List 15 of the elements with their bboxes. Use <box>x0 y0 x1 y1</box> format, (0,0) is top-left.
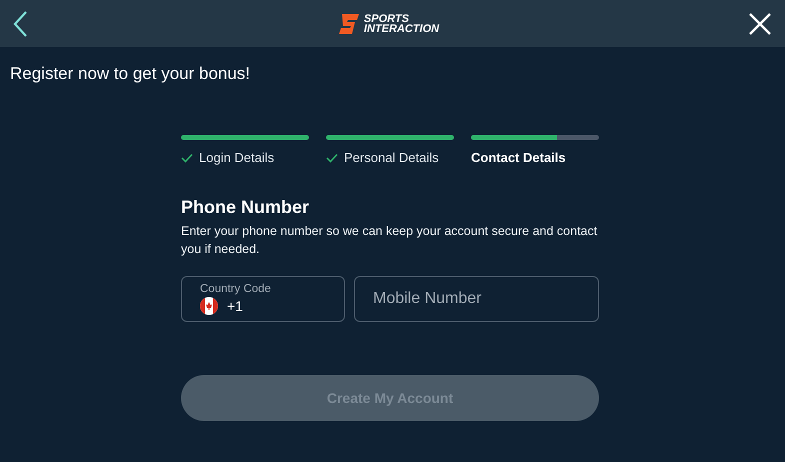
intro-text: Register now to get your bonus! <box>10 64 252 84</box>
section-description: Enter your phone number so we can keep your account secure and contact you if needed. <box>181 223 598 258</box>
logo-icon <box>338 12 360 34</box>
check-icon <box>326 152 338 162</box>
close-icon[interactable] <box>748 12 771 34</box>
back-icon[interactable] <box>12 10 28 38</box>
step-tab[interactable]: Contact Details <box>471 150 599 165</box>
country-code-field[interactable]: Country Code +1 <box>181 276 345 322</box>
check-icon <box>181 152 193 162</box>
flag-icon <box>200 297 218 315</box>
logo-text: SPORTS INTERACTION <box>364 14 440 34</box>
step-tab[interactable]: Personal Details <box>326 150 454 165</box>
step-tab[interactable]: Login Details <box>181 150 309 165</box>
section-title: Phone Number <box>181 197 310 218</box>
mobile-number-field[interactable]: Mobile Number <box>354 276 599 322</box>
